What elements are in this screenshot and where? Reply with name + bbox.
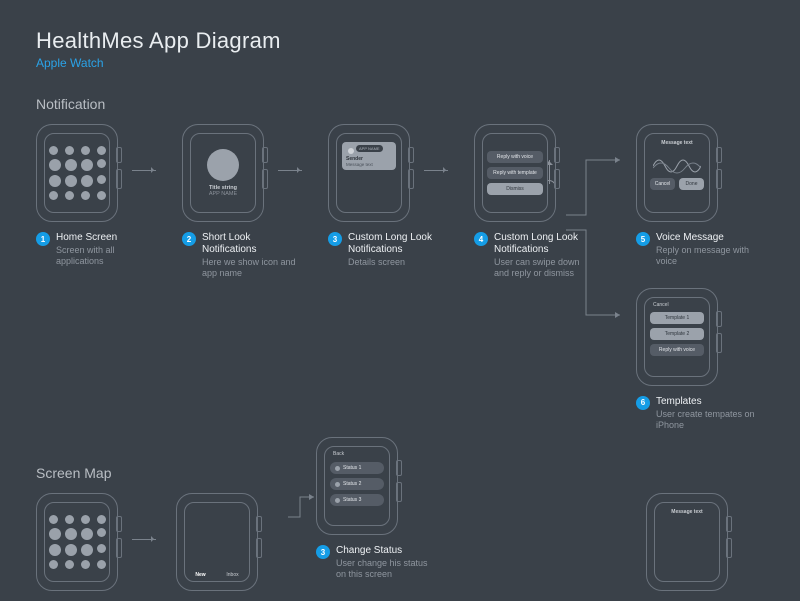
screenmap-row: New Inbox Back Status 1 Status 2 Status …	[36, 493, 764, 601]
page-subtitle: Apple Watch	[36, 56, 764, 70]
dismiss-button[interactable]: Dismiss	[487, 183, 543, 195]
status-2-row[interactable]: Status 2	[330, 478, 384, 490]
watch-frame: Cancel Template 1 Template 2 Reply with …	[636, 288, 718, 386]
watch-frame: Message text	[646, 493, 728, 591]
watch-frame: Title string APP NAME	[182, 124, 264, 222]
step-desc: User change his status on this screen	[336, 558, 434, 581]
step-badge: 3	[316, 545, 330, 559]
tab-inbox[interactable]: Inbox	[226, 572, 238, 578]
status-1-row[interactable]: Status 1	[330, 462, 384, 474]
section-notification-title: Notification	[36, 96, 764, 112]
screenmap-step-tabs: New Inbox	[176, 493, 288, 601]
watch-screen-apps	[44, 502, 110, 582]
tab-new[interactable]: New	[195, 572, 205, 578]
step-title: Custom Long Look Notifications	[348, 232, 446, 256]
step-desc: User can swipe down and reply or dismiss	[494, 257, 592, 280]
app-icon-dot	[348, 148, 354, 154]
message-text-label: Message text	[671, 509, 702, 515]
app-name-label: APP NAME	[209, 191, 237, 197]
reply-voice-button[interactable]: Reply with voice	[650, 344, 704, 356]
step-desc: Screen with all applications	[56, 245, 154, 268]
arrow-up-to-status	[288, 497, 318, 527]
step-badge: 2	[182, 232, 196, 246]
step-badge: 1	[36, 232, 50, 246]
watch-screen-message: Message text	[654, 502, 720, 582]
reply-template-button[interactable]: Reply with template	[487, 167, 543, 179]
step-badge: 6	[636, 396, 650, 410]
watch-screen-actions: Reply with voice Reply with template Dis…	[482, 133, 548, 213]
branch-column: Message text Cancel Done 5 Voice Message…	[636, 124, 764, 431]
step-badge: 4	[474, 232, 488, 246]
watch-frame: Back Status 1 Status 2 Status 3	[316, 437, 398, 535]
step-title: Short Look Notifications	[202, 232, 300, 256]
template-1-button[interactable]: Template 1	[650, 312, 704, 324]
step-short-look: Title string APP NAME 2 Short Look Notif…	[182, 124, 300, 280]
watch-frame: New Inbox	[176, 493, 258, 591]
app-icon-placeholder	[207, 149, 239, 181]
step-badge: 3	[328, 232, 342, 246]
watch-screen-shortlook: Title string APP NAME	[190, 133, 256, 213]
step-voice-message: Message text Cancel Done 5 Voice Message…	[636, 124, 764, 268]
watch-screen-voice: Message text Cancel Done	[644, 133, 710, 213]
watch-frame: Message text Cancel Done	[636, 124, 718, 222]
step-badge: 5	[636, 232, 650, 246]
step-long-look-details: APP NAME Sender Message text 3 Custom Lo…	[328, 124, 446, 268]
page-title: HealthMes App Diagram	[36, 28, 764, 54]
status-3-row[interactable]: Status 3	[330, 494, 384, 506]
watch-screen-templates: Cancel Template 1 Template 2 Reply with …	[644, 297, 710, 377]
watch-frame	[36, 493, 118, 591]
step-title: Home Screen	[56, 232, 154, 244]
cancel-label[interactable]: Cancel	[653, 302, 669, 308]
watch-frame: APP NAME Sender Message text	[328, 124, 410, 222]
screenmap-step-right: Message text	[646, 493, 764, 601]
step-long-look-actions: Reply with voice Reply with template Dis…	[474, 124, 592, 280]
step-title: Change Status	[336, 545, 434, 557]
screenmap-step-change-status: Back Status 1 Status 2 Status 3 3 Change…	[316, 437, 434, 581]
watch-screen-longlook: APP NAME Sender Message text	[336, 133, 402, 213]
watch-screen-status: Back Status 1 Status 2 Status 3	[324, 446, 390, 526]
watch-frame	[36, 124, 118, 222]
watch-screen-tabs: New Inbox	[184, 502, 250, 582]
step-templates: Cancel Template 1 Template 2 Reply with …	[636, 288, 764, 432]
step-title: Templates	[656, 396, 764, 408]
step-home-screen: 1 Home Screen Screen with all applicatio…	[36, 124, 154, 268]
watch-screen-apps	[44, 133, 110, 213]
step-desc: Details screen	[348, 257, 446, 268]
cancel-button[interactable]: Cancel	[650, 178, 675, 190]
step-title: Voice Message	[656, 232, 764, 244]
message-text-label: Message text	[661, 140, 692, 146]
template-2-button[interactable]: Template 2	[650, 328, 704, 340]
watch-frame: Reply with voice Reply with template Dis…	[474, 124, 556, 222]
notification-row: 1 Home Screen Screen with all applicatio…	[36, 124, 764, 431]
app-name-pill: APP NAME	[356, 145, 383, 152]
step-desc: Reply on message with voice	[656, 245, 764, 268]
step-desc: Here we show icon and app name	[202, 257, 300, 280]
back-label[interactable]: Back	[333, 451, 344, 457]
step-desc: User create tempates on iPhone	[656, 409, 764, 432]
step-title: Custom Long Look Notifications	[494, 232, 592, 256]
reply-voice-button[interactable]: Reply with voice	[487, 151, 543, 163]
message-text-label: Message text	[346, 162, 392, 167]
done-button[interactable]: Done	[679, 178, 704, 190]
waveform-icon	[653, 152, 701, 174]
screenmap-step-home	[36, 493, 148, 601]
